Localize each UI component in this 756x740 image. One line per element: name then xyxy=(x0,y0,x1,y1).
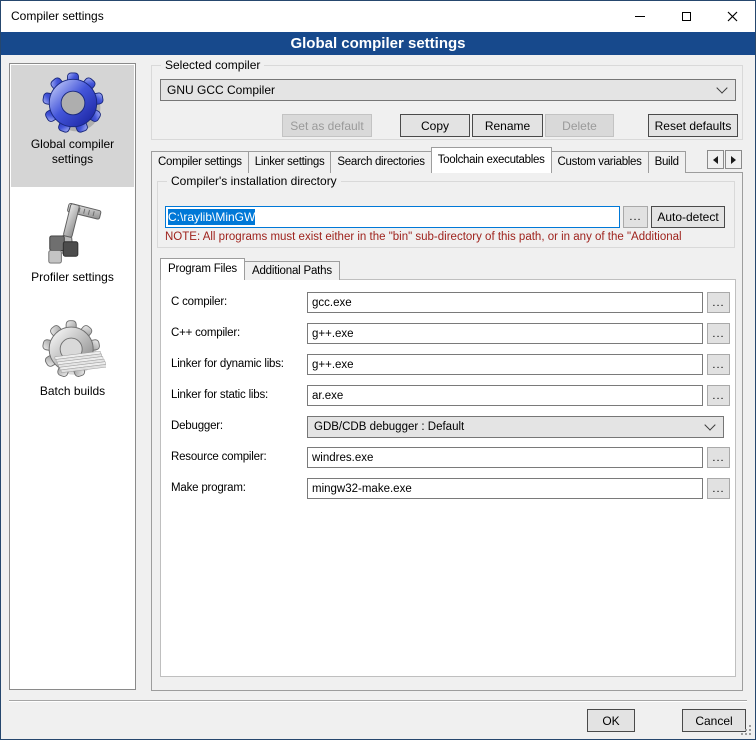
compiler-select[interactable]: GNU GCC Compiler xyxy=(160,79,736,101)
settings-category-list: Global compiler settings Profiler settin… xyxy=(9,63,136,690)
tab-search-directories[interactable]: Search directories xyxy=(330,151,431,173)
tab-scroll-left-button[interactable] xyxy=(707,150,724,169)
tab-compiler-settings[interactable]: Compiler settings xyxy=(151,151,249,173)
minimize-icon xyxy=(635,16,645,17)
tab-scroll-right-button[interactable] xyxy=(725,150,742,169)
browse-button[interactable]: ... xyxy=(707,447,730,468)
arrow-right-icon xyxy=(731,156,736,164)
install-dir-browse-button[interactable]: ... xyxy=(623,206,648,228)
toolchain-executables-page: Compiler's installation directory C:\ray… xyxy=(151,172,743,691)
c-compiler-input[interactable] xyxy=(307,292,703,313)
footer-divider xyxy=(9,700,747,702)
make-program-input[interactable] xyxy=(307,478,703,499)
browse-button[interactable]: ... xyxy=(707,385,730,406)
delete-button: Delete xyxy=(545,114,614,137)
debugger-select[interactable]: GDB/CDB debugger : Default xyxy=(307,416,724,438)
blue-gear-icon xyxy=(42,72,104,134)
install-dir-note: NOTE: All programs must exist either in … xyxy=(165,231,731,243)
field-row-cpp-compiler: C++ compiler: ... xyxy=(161,323,735,345)
reset-defaults-button[interactable]: Reset defaults xyxy=(648,114,738,137)
title-bar: Compiler settings xyxy=(1,1,755,32)
auto-detect-button[interactable]: Auto-detect xyxy=(651,206,725,228)
resize-grip[interactable] xyxy=(740,724,752,736)
maximize-button[interactable] xyxy=(663,1,709,32)
dynamic-linker-input[interactable] xyxy=(307,354,703,375)
sidebar-item-global-compiler-settings[interactable]: Global compiler settings xyxy=(11,65,134,187)
copy-button[interactable]: Copy xyxy=(400,114,470,137)
field-label: Linker for dynamic libs: xyxy=(171,358,284,370)
subtab-bar: Program Files Additional Paths xyxy=(160,258,339,280)
resource-compiler-input[interactable] xyxy=(307,447,703,468)
dialog-header: Global compiler settings xyxy=(1,32,755,55)
install-dir-selected-text: C:\raylib\MinGW xyxy=(168,209,255,225)
cpp-compiler-input[interactable] xyxy=(307,323,703,344)
field-label: C++ compiler: xyxy=(171,327,240,339)
field-row-c-compiler: C compiler: ... xyxy=(161,292,735,314)
field-label: Make program: xyxy=(171,482,246,494)
field-row-static-linker: Linker for static libs: ... xyxy=(161,385,735,407)
browse-button[interactable]: ... xyxy=(707,323,730,344)
tab-linker-settings[interactable]: Linker settings xyxy=(248,151,332,173)
sidebar-item-batch-builds[interactable]: Batch builds xyxy=(11,312,134,424)
chevron-down-icon xyxy=(704,419,715,430)
chevron-down-icon xyxy=(716,82,727,93)
field-label: Linker for static libs: xyxy=(171,389,268,401)
tab-scroller xyxy=(706,150,742,169)
field-row-debugger: Debugger: GDB/CDB debugger : Default xyxy=(161,416,735,438)
browse-button[interactable]: ... xyxy=(707,354,730,375)
browse-button[interactable]: ... xyxy=(707,478,730,499)
caliper-icon xyxy=(42,201,104,267)
field-row-make-program: Make program: ... xyxy=(161,478,735,500)
tab-bar: Compiler settings Linker settings Search… xyxy=(151,147,743,173)
minimize-button[interactable] xyxy=(617,1,663,32)
set-as-default-button: Set as default xyxy=(282,114,372,137)
sidebar-item-label: Batch builds xyxy=(11,384,134,399)
subtab-program-files[interactable]: Program Files xyxy=(160,258,245,280)
tab-build[interactable]: Build xyxy=(648,151,686,173)
debugger-select-value: GDB/CDB debugger : Default xyxy=(314,421,464,433)
sidebar-item-label: Global compiler settings xyxy=(27,137,119,167)
sidebar-item-label: Profiler settings xyxy=(11,270,134,285)
field-label: Resource compiler: xyxy=(171,451,266,463)
gray-gear-stack-icon xyxy=(40,319,106,381)
tab-custom-variables[interactable]: Custom variables xyxy=(551,151,649,173)
field-label: C compiler: xyxy=(171,296,227,308)
subtab-additional-paths[interactable]: Additional Paths xyxy=(244,261,340,280)
installation-directory-group: Compiler's installation directory C:\ray… xyxy=(157,181,735,248)
cancel-button[interactable]: Cancel xyxy=(682,709,746,732)
program-files-page: C compiler: ... C++ compiler: ... Linker… xyxy=(160,279,736,677)
selected-compiler-group: Selected compiler GNU GCC Compiler Set a… xyxy=(151,65,743,140)
field-label: Debugger: xyxy=(171,420,223,432)
sidebar-item-profiler-settings[interactable]: Profiler settings xyxy=(11,194,134,306)
compiler-select-value: GNU GCC Compiler xyxy=(167,83,275,97)
ok-button[interactable]: OK xyxy=(587,709,635,732)
close-button[interactable] xyxy=(709,1,755,32)
selected-compiler-group-label: Selected compiler xyxy=(161,58,264,72)
rename-button[interactable]: Rename xyxy=(472,114,543,137)
tab-toolchain-executables[interactable]: Toolchain executables xyxy=(431,147,552,173)
field-row-resource-compiler: Resource compiler: ... xyxy=(161,447,735,469)
install-dir-input[interactable]: C:\raylib\MinGW xyxy=(165,206,620,228)
static-linker-input[interactable] xyxy=(307,385,703,406)
close-icon xyxy=(727,11,738,22)
field-row-dynamic-linker: Linker for dynamic libs: ... xyxy=(161,354,735,376)
compiler-settings-dialog: { "window": { "title": "Compiler setting… xyxy=(0,0,756,740)
window-title: Compiler settings xyxy=(11,9,104,23)
arrow-left-icon xyxy=(713,156,718,164)
installation-directory-group-label: Compiler's installation directory xyxy=(167,174,341,188)
browse-button[interactable]: ... xyxy=(707,292,730,313)
maximize-icon xyxy=(682,12,691,21)
